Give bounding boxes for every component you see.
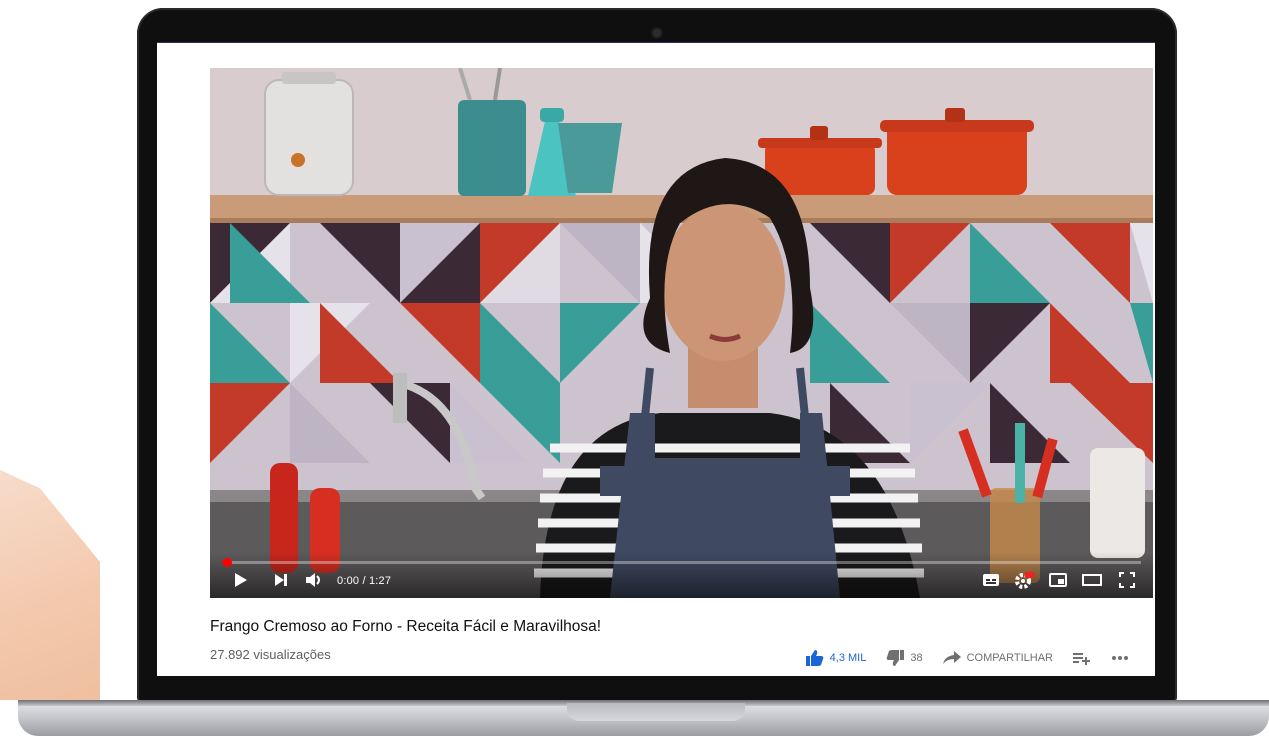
theater-mode-icon[interactable] (1081, 570, 1103, 590)
laptop-screen: 0:00 / 1:27 Frango Cremoso ao Forno - Re… (157, 42, 1155, 676)
subtitles-icon[interactable] (981, 570, 1001, 590)
share-arrow-icon (942, 651, 961, 665)
share-button[interactable]: COMPARTILHAR (942, 651, 1053, 665)
share-label: COMPARTILHAR (966, 652, 1053, 664)
volume-icon[interactable] (303, 570, 325, 590)
view-count: 27.892 visualizações (210, 647, 331, 662)
fullscreen-icon[interactable] (1117, 570, 1137, 590)
play-icon[interactable] (232, 570, 250, 590)
webcam-icon (653, 29, 661, 37)
time-display: 0:00 / 1:27 (337, 575, 392, 587)
next-icon[interactable] (272, 570, 290, 590)
progress-scrubber[interactable] (222, 558, 232, 567)
dislike-button[interactable]: 38 (886, 650, 923, 666)
more-options-button[interactable] (1111, 655, 1129, 661)
laptop-opening-notch (567, 703, 745, 721)
like-count: 4,3 MIL (829, 652, 867, 664)
settings-icon[interactable] (1013, 570, 1035, 590)
more-dots-icon (1111, 655, 1129, 661)
video-title: Frango Cremoso ao Forno - Receita Fácil … (210, 618, 602, 635)
video-player[interactable]: 0:00 / 1:27 (210, 68, 1153, 598)
thumbs-up-icon (805, 650, 824, 666)
add-to-playlist-icon (1073, 651, 1091, 665)
progress-bar[interactable] (222, 558, 1141, 567)
dislike-count: 38 (910, 652, 923, 664)
miniplayer-icon[interactable] (1048, 570, 1068, 590)
thumbs-down-icon (886, 650, 905, 666)
decorative-peach-shape (0, 470, 100, 700)
video-actions: 4,3 MIL 38 COMPARTILHAR (805, 648, 1129, 668)
like-button[interactable]: 4,3 MIL (805, 650, 867, 666)
video-frame (210, 68, 1153, 598)
add-to-playlist-button[interactable] (1073, 651, 1091, 665)
